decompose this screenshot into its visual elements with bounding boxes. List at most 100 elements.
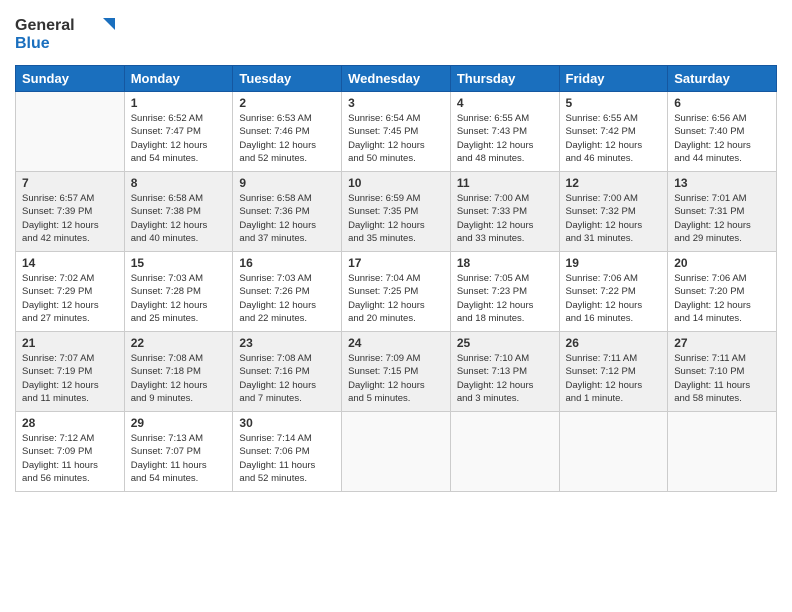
day-number: 3 [348, 96, 444, 110]
week-row-2: 7 Sunrise: 6:57 AM Sunset: 7:39 PM Daylig… [16, 172, 777, 252]
day-cell: 13 Sunrise: 7:01 AM Sunset: 7:31 PM Dayli… [668, 172, 777, 252]
day-cell: 23 Sunrise: 7:08 AM Sunset: 7:16 PM Dayli… [233, 332, 342, 412]
day-number: 10 [348, 176, 444, 190]
day-cell: 22 Sunrise: 7:08 AM Sunset: 7:18 PM Dayli… [124, 332, 233, 412]
day-info: Sunrise: 6:54 AM Sunset: 7:45 PM Dayligh… [348, 112, 444, 165]
day-cell: 11 Sunrise: 7:00 AM Sunset: 7:33 PM Dayli… [450, 172, 559, 252]
day-number: 5 [566, 96, 662, 110]
week-row-1: 1 Sunrise: 6:52 AM Sunset: 7:47 PM Daylig… [16, 92, 777, 172]
day-info: Sunrise: 6:56 AM Sunset: 7:40 PM Dayligh… [674, 112, 770, 165]
day-cell: 2 Sunrise: 6:53 AM Sunset: 7:46 PM Daylig… [233, 92, 342, 172]
day-info: Sunrise: 6:53 AM Sunset: 7:46 PM Dayligh… [239, 112, 335, 165]
day-info: Sunrise: 7:07 AM Sunset: 7:19 PM Dayligh… [22, 352, 118, 405]
day-info: Sunrise: 6:55 AM Sunset: 7:42 PM Dayligh… [566, 112, 662, 165]
day-cell: 21 Sunrise: 7:07 AM Sunset: 7:19 PM Dayli… [16, 332, 125, 412]
day-cell: 15 Sunrise: 7:03 AM Sunset: 7:28 PM Dayli… [124, 252, 233, 332]
day-info: Sunrise: 7:09 AM Sunset: 7:15 PM Dayligh… [348, 352, 444, 405]
day-cell: 1 Sunrise: 6:52 AM Sunset: 7:47 PM Daylig… [124, 92, 233, 172]
day-info: Sunrise: 7:06 AM Sunset: 7:22 PM Dayligh… [566, 272, 662, 325]
day-cell: 3 Sunrise: 6:54 AM Sunset: 7:45 PM Daylig… [342, 92, 451, 172]
week-row-5: 28Sunrise: 7:12 AM Sunset: 7:09 PM Dayli… [16, 412, 777, 492]
day-number: 12 [566, 176, 662, 190]
day-number: 16 [239, 256, 335, 270]
header-row: SundayMondayTuesdayWednesdayThursdayFrid… [16, 66, 777, 92]
calendar-container: General Blue SundayMondayTuesdayWednesda… [0, 0, 792, 612]
day-info: Sunrise: 7:14 AM Sunset: 7:06 PM Dayligh… [239, 432, 335, 485]
day-number: 14 [22, 256, 118, 270]
day-number: 7 [22, 176, 118, 190]
day-number: 18 [457, 256, 553, 270]
calendar-table: SundayMondayTuesdayWednesdayThursdayFrid… [15, 65, 777, 492]
week-row-3: 14 Sunrise: 7:02 AM Sunset: 7:29 PM Dayli… [16, 252, 777, 332]
day-cell: 14 Sunrise: 7:02 AM Sunset: 7:29 PM Dayli… [16, 252, 125, 332]
day-cell: 30 Sunrise: 7:14 AM Sunset: 7:06 PM Dayli… [233, 412, 342, 492]
day-info: Sunrise: 7:12 AM Sunset: 7:09 PM Dayligh… [22, 432, 118, 485]
day-cell: 17Sunrise: 7:04 AM Sunset: 7:25 PM Dayli… [342, 252, 451, 332]
col-header-wednesday: Wednesday [342, 66, 451, 92]
day-cell: 4Sunrise: 6:55 AM Sunset: 7:43 PM Daylig… [450, 92, 559, 172]
day-info: Sunrise: 7:13 AM Sunset: 7:07 PM Dayligh… [131, 432, 227, 485]
day-info: Sunrise: 7:01 AM Sunset: 7:31 PM Dayligh… [674, 192, 770, 245]
day-number: 21 [22, 336, 118, 350]
day-cell [16, 92, 125, 172]
day-cell: 26Sunrise: 7:11 AM Sunset: 7:12 PM Dayli… [559, 332, 668, 412]
day-number: 26 [566, 336, 662, 350]
day-cell: 19 Sunrise: 7:06 AM Sunset: 7:22 PM Dayli… [559, 252, 668, 332]
day-info: Sunrise: 7:03 AM Sunset: 7:26 PM Dayligh… [239, 272, 335, 325]
svg-text:Blue: Blue [15, 35, 50, 52]
day-number: 27 [674, 336, 770, 350]
day-cell [342, 412, 451, 492]
day-cell: 27Sunrise: 7:11 AM Sunset: 7:10 PM Dayli… [668, 332, 777, 412]
day-cell: 8 Sunrise: 6:58 AM Sunset: 7:38 PM Daylig… [124, 172, 233, 252]
day-cell: 5 Sunrise: 6:55 AM Sunset: 7:42 PM Daylig… [559, 92, 668, 172]
col-header-friday: Friday [559, 66, 668, 92]
day-info: Sunrise: 7:05 AM Sunset: 7:23 PM Dayligh… [457, 272, 553, 325]
day-cell: 10Sunrise: 6:59 AM Sunset: 7:35 PM Dayli… [342, 172, 451, 252]
day-info: Sunrise: 7:02 AM Sunset: 7:29 PM Dayligh… [22, 272, 118, 325]
day-cell: 18 Sunrise: 7:05 AM Sunset: 7:23 PM Dayli… [450, 252, 559, 332]
day-number: 4 [457, 96, 553, 110]
day-cell: 16 Sunrise: 7:03 AM Sunset: 7:26 PM Dayli… [233, 252, 342, 332]
day-number: 11 [457, 176, 553, 190]
day-number: 22 [131, 336, 227, 350]
day-info: Sunrise: 7:04 AM Sunset: 7:25 PM Dayligh… [348, 272, 444, 325]
day-cell: 9Sunrise: 6:58 AM Sunset: 7:36 PM Daylig… [233, 172, 342, 252]
col-header-thursday: Thursday [450, 66, 559, 92]
day-number: 13 [674, 176, 770, 190]
day-cell [559, 412, 668, 492]
day-cell: 29 Sunrise: 7:13 AM Sunset: 7:07 PM Dayli… [124, 412, 233, 492]
day-info: Sunrise: 7:08 AM Sunset: 7:18 PM Dayligh… [131, 352, 227, 405]
day-number: 2 [239, 96, 335, 110]
day-number: 24 [348, 336, 444, 350]
day-cell: 20 Sunrise: 7:06 AM Sunset: 7:20 PM Dayli… [668, 252, 777, 332]
day-number: 15 [131, 256, 227, 270]
col-header-monday: Monday [124, 66, 233, 92]
day-info: Sunrise: 7:06 AM Sunset: 7:20 PM Dayligh… [674, 272, 770, 325]
day-cell [450, 412, 559, 492]
day-info: Sunrise: 7:00 AM Sunset: 7:33 PM Dayligh… [457, 192, 553, 245]
day-cell: 7 Sunrise: 6:57 AM Sunset: 7:39 PM Daylig… [16, 172, 125, 252]
day-cell: 28Sunrise: 7:12 AM Sunset: 7:09 PM Dayli… [16, 412, 125, 492]
week-row-4: 21 Sunrise: 7:07 AM Sunset: 7:19 PM Dayli… [16, 332, 777, 412]
day-number: 20 [674, 256, 770, 270]
day-cell: 25Sunrise: 7:10 AM Sunset: 7:13 PM Dayli… [450, 332, 559, 412]
day-number: 6 [674, 96, 770, 110]
svg-text:General: General [15, 17, 75, 34]
day-number: 19 [566, 256, 662, 270]
col-header-sunday: Sunday [16, 66, 125, 92]
day-info: Sunrise: 6:57 AM Sunset: 7:39 PM Dayligh… [22, 192, 118, 245]
col-header-tuesday: Tuesday [233, 66, 342, 92]
header: General Blue [15, 10, 777, 57]
day-info: Sunrise: 6:58 AM Sunset: 7:38 PM Dayligh… [131, 192, 227, 245]
day-number: 29 [131, 416, 227, 430]
day-info: Sunrise: 7:03 AM Sunset: 7:28 PM Dayligh… [131, 272, 227, 325]
day-info: Sunrise: 6:52 AM Sunset: 7:47 PM Dayligh… [131, 112, 227, 165]
day-number: 8 [131, 176, 227, 190]
col-header-saturday: Saturday [668, 66, 777, 92]
day-number: 23 [239, 336, 335, 350]
day-number: 30 [239, 416, 335, 430]
day-number: 1 [131, 96, 227, 110]
day-info: Sunrise: 7:08 AM Sunset: 7:16 PM Dayligh… [239, 352, 335, 405]
day-cell: 6 Sunrise: 6:56 AM Sunset: 7:40 PM Daylig… [668, 92, 777, 172]
logo: General Blue [15, 10, 125, 57]
